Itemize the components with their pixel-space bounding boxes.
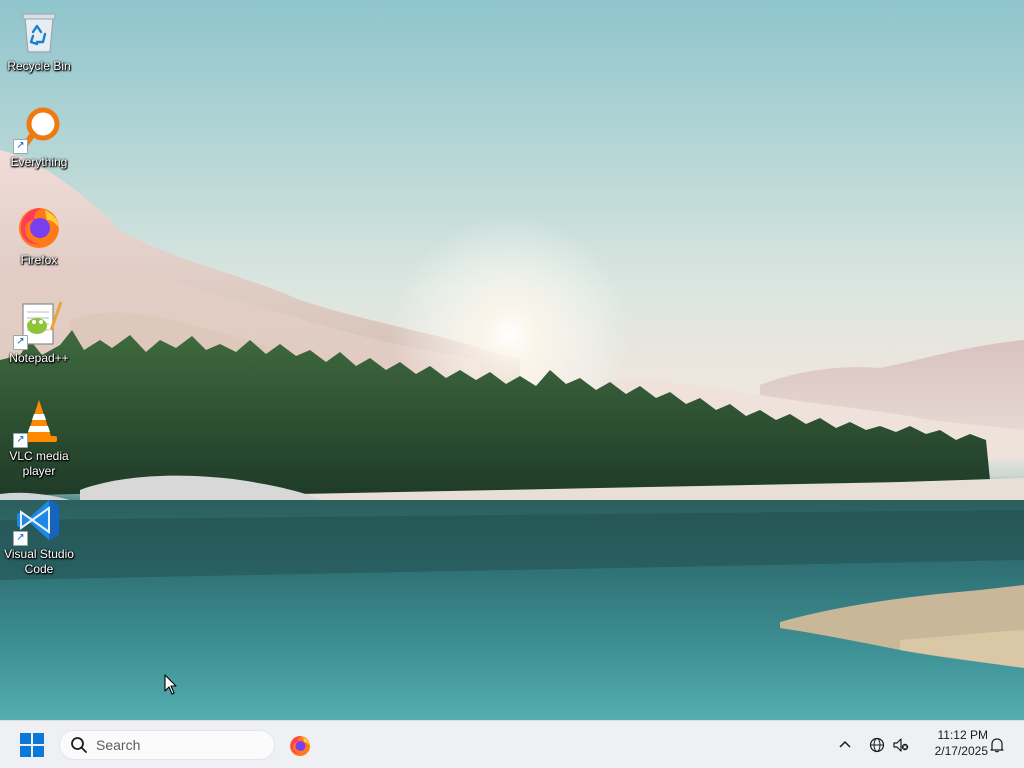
taskbar-firefox-button[interactable] [284, 729, 316, 761]
desktop-icon-label: Everything [10, 155, 68, 169]
volume-button[interactable] [890, 733, 912, 757]
landscape-illustration [0, 150, 1024, 720]
desktop-icon-label: Notepad++ [9, 351, 69, 365]
start-button[interactable] [14, 730, 50, 760]
windows-logo-icon [20, 733, 44, 757]
network-globe-icon [869, 737, 885, 753]
notepad-plus-plus-icon: ↗ [13, 300, 63, 350]
desktop-icon-label: Firefox [20, 253, 58, 267]
vscode-icon: ↗ [13, 496, 63, 546]
desktop-wallpaper [0, 0, 1024, 720]
show-hidden-icons-button[interactable] [834, 733, 856, 757]
taskbar-search[interactable] [59, 730, 275, 760]
notifications-button[interactable] [985, 733, 1009, 757]
volume-muted-icon [893, 738, 909, 752]
desktop-icon-vlc[interactable]: ↗ VLC media player [0, 398, 78, 479]
shortcut-arrow-icon: ↗ [13, 531, 28, 546]
search-input[interactable] [96, 737, 246, 753]
vlc-cone-icon: ↗ [13, 398, 63, 448]
shortcut-arrow-icon: ↗ [13, 433, 28, 448]
clock-date: 2/17/2025 [934, 744, 988, 758]
shortcut-arrow-icon: ↗ [13, 139, 28, 154]
firefox-icon [15, 202, 63, 250]
taskbar-clock[interactable]: 11:12 PM 2/17/2025 [918, 727, 988, 759]
desktop-icon-label: Recycle Bin [7, 59, 71, 73]
everything-search-icon: ↗ [13, 104, 63, 154]
recycle-bin-icon [15, 8, 63, 56]
desktop-icon-recycle-bin[interactable]: Recycle Bin [0, 8, 78, 74]
desktop-icon-notepadpp[interactable]: ↗ Notepad++ [0, 300, 78, 366]
search-icon [71, 737, 87, 753]
desktop-icon-firefox[interactable]: Firefox [0, 202, 78, 268]
chevron-up-icon [839, 740, 851, 748]
taskbar: 11:12 PM 2/17/2025 [0, 720, 1024, 768]
network-status-button[interactable] [866, 733, 888, 757]
firefox-icon [290, 736, 310, 756]
desktop-icon-label: VLC media player [9, 449, 69, 478]
desktop-icon-vscode[interactable]: ↗ Visual Studio Code [0, 496, 78, 577]
mouse-pointer-icon [164, 674, 177, 695]
clock-time: 11:12 PM [937, 728, 988, 742]
desktop-icon-everything[interactable]: ↗ Everything [0, 104, 78, 170]
shortcut-arrow-icon: ↗ [13, 335, 28, 350]
desktop-icon-label: Visual Studio Code [4, 547, 74, 576]
bell-icon [990, 738, 1004, 753]
